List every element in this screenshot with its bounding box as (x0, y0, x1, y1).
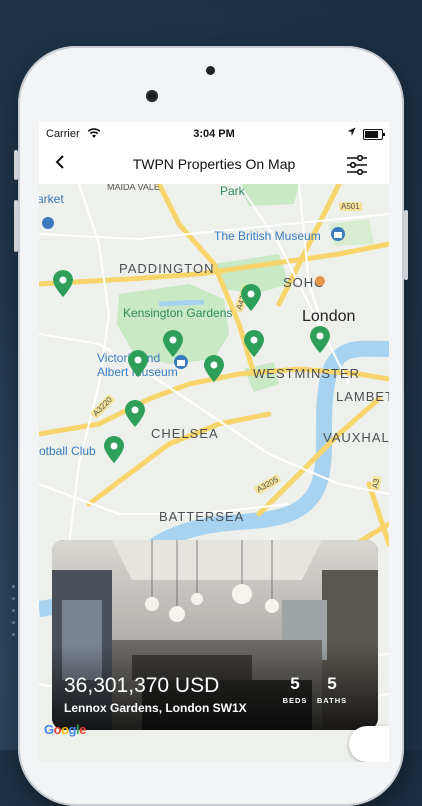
phone-side-button (404, 210, 408, 280)
map-label-football-club: otball Club (39, 444, 96, 458)
property-price: 36,301,370 USD (64, 674, 220, 697)
floating-action-button[interactable] (349, 726, 389, 762)
map-label-market: arket (39, 192, 64, 206)
property-pin[interactable] (243, 330, 265, 358)
beds-count: 5 (290, 674, 300, 693)
map-pin-icon (104, 436, 124, 463)
phone-side-button (14, 150, 18, 180)
map-pin-icon (53, 270, 73, 297)
page-title: TWPN Properties On Map (132, 156, 296, 172)
map-pin-icon (204, 355, 224, 382)
map-label-vauxhall: VAUXHAL (323, 430, 389, 445)
property-pin[interactable] (127, 350, 149, 378)
property-pin[interactable] (162, 330, 184, 358)
battery-icon (363, 129, 385, 140)
map-label-paddington: PADDINGTON (119, 261, 215, 276)
phone-side-button (14, 200, 18, 252)
property-pin[interactable] (203, 355, 225, 383)
front-camera (206, 66, 215, 75)
proximity-sensor (146, 90, 158, 102)
map-label-british-museum: The British Museum (214, 229, 321, 243)
map-label-lambeth: LAMBET (336, 389, 389, 404)
shopping-icon (42, 217, 54, 229)
property-pin[interactable] (240, 284, 262, 312)
beds-label: BEDS (282, 696, 308, 705)
map-pin-icon (244, 330, 264, 357)
baths-count: 5 (327, 674, 337, 693)
map-label-chelsea: CHELSEA (151, 426, 219, 441)
property-pin[interactable] (103, 436, 125, 464)
property-pin[interactable] (124, 400, 146, 428)
map-label-park: Park (220, 184, 245, 198)
map-label-kensington-gardens: Kensington Gardens (123, 306, 233, 320)
property-pin[interactable] (52, 270, 74, 298)
property-address: Lennox Gardens, London SW1X (64, 701, 247, 715)
map-pin-icon (241, 284, 261, 311)
navigation-bar: TWPN Properties On Map (39, 146, 389, 185)
map-pin-icon (125, 400, 145, 427)
road-label-a501: A501 (339, 202, 362, 211)
property-card[interactable]: 36,301,370 USD Lennox Gardens, London SW… (52, 540, 378, 730)
baths-label: BATHS (316, 696, 348, 705)
map-label-westminster: WESTMINSTER (253, 366, 361, 381)
map-label-battersea: BATTERSEA (159, 509, 245, 524)
map-pin-icon (163, 330, 183, 357)
map-pin-icon (128, 350, 148, 377)
clock: 3:04 PM (193, 128, 235, 140)
filter-button[interactable] (345, 154, 369, 176)
museum-icon (331, 227, 345, 241)
point-of-interest-icon (315, 276, 325, 286)
location-arrow-icon (347, 127, 356, 136)
app-screen: Carrier 3:04 PM TWPN Properties On Map M… (39, 122, 389, 762)
property-pin[interactable] (309, 326, 331, 354)
google-attribution: Google (44, 722, 86, 737)
status-bar: Carrier 3:04 PM (39, 122, 389, 146)
map-pin-icon (310, 326, 330, 353)
beds-stat: 5 BEDS (275, 674, 315, 705)
baths-stat: 5 BATHS (312, 674, 352, 705)
map-label-london: London (302, 308, 356, 325)
sliders-icon (347, 154, 367, 176)
map-label-maida-vale: MAIDA VALE (107, 184, 160, 192)
